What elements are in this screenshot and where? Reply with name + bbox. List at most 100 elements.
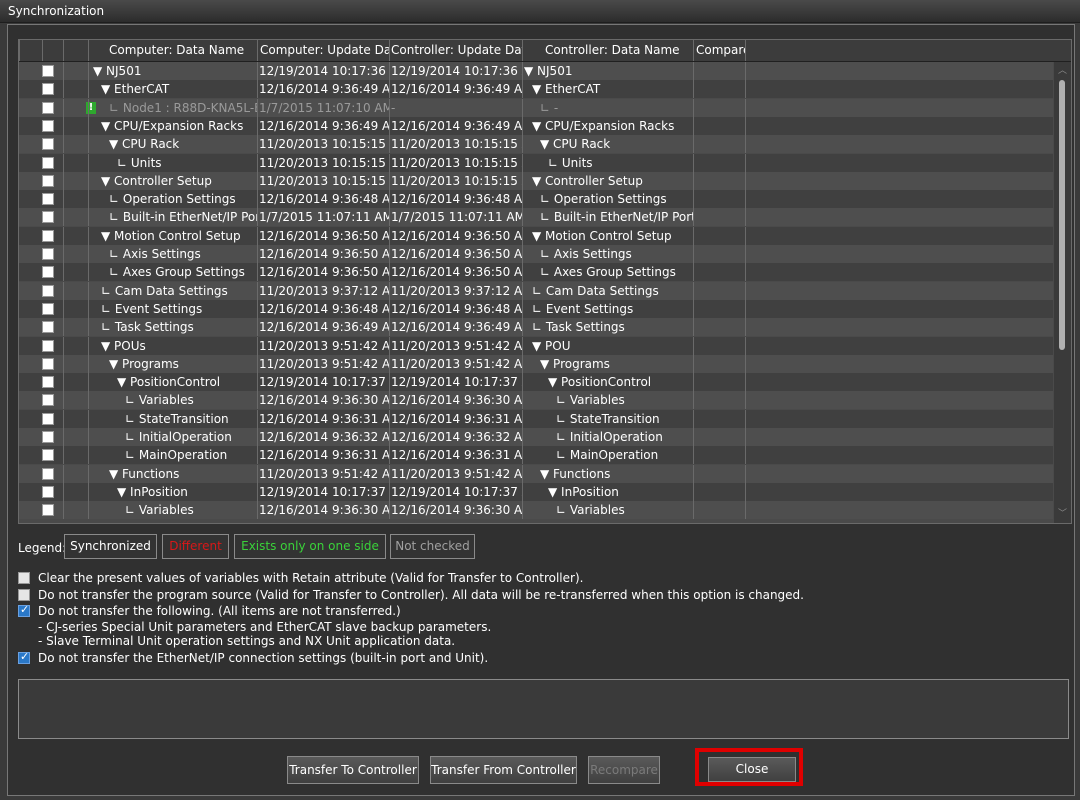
computer-update-date: 11/20/2013 9:37:12 AM	[259, 283, 389, 298]
computer-data-name: ▼ NJ501	[93, 64, 142, 78]
controller-data-name: ▼ CPU/Expansion Racks	[532, 118, 675, 133]
row-checkbox[interactable]	[42, 65, 54, 77]
column-divider	[88, 318, 89, 337]
table-row[interactable]: ∟ InitialOperation 12/16/2014 9:36:32 AM 1…	[19, 428, 1053, 446]
controller-data-name: ▼ PositionControl	[548, 375, 652, 390]
row-checkbox[interactable]	[42, 339, 54, 352]
row-checkbox[interactable]	[42, 302, 54, 315]
option-label: Clear the present values of variables wi…	[38, 571, 584, 585]
scroll-down-icon[interactable]: ﹀	[1057, 509, 1068, 519]
computer-update-date: 12/16/2014 9:36:48 AM	[259, 301, 389, 316]
window-title: Synchronization	[8, 4, 105, 18]
table-row[interactable]: ▼ POUs 11/20/2013 9:51:42 AM 11/20/2013 9:…	[19, 336, 1053, 355]
column-divider	[257, 80, 258, 99]
option-checkbox[interactable]	[18, 603, 30, 617]
table-row[interactable]: ∟ Axes Group Settings 12/16/2014 9:36:50 …	[19, 263, 1053, 282]
table-row[interactable]: ▼ Programs 11/20/2013 9:51:42 AM 11/20/201…	[19, 354, 1053, 373]
column-divider	[88, 428, 89, 446]
column-divider	[389, 409, 390, 428]
option-checkbox[interactable]	[18, 650, 30, 664]
legend-not-checked: Not checked	[390, 534, 475, 559]
table-row[interactable]: ▼ CPU/Expansion Racks 12/16/2014 9:36:49 …	[19, 116, 1053, 135]
table-row[interactable]: ! ∟ Node1 : R88D-KNA5L-E 1/7/2015 11:07:10…	[19, 98, 1053, 117]
column-divider	[389, 446, 390, 465]
row-checkbox[interactable]	[42, 138, 54, 151]
table-row[interactable]: ▼ InPosition 12/19/2014 10:17:37 AM12/19/…	[19, 482, 1053, 501]
row-checkbox[interactable]	[42, 485, 54, 498]
table-row[interactable]: ▼ Motion Control Setup 12/16/2014 9:36:50…	[19, 226, 1053, 245]
row-checkbox[interactable]	[42, 248, 54, 260]
row-checkbox[interactable]	[42, 449, 54, 462]
table-row[interactable]: ▼ EtherCAT 12/16/2014 9:36:49 AM 12/16/201…	[19, 80, 1053, 99]
transfer-to-controller-button[interactable]: Transfer To Controller	[287, 756, 419, 784]
table-row[interactable]: ▼ CPU Rack 11/20/2013 10:15:15 AM11/20/20…	[19, 135, 1053, 154]
column-divider	[522, 98, 523, 117]
column-divider	[693, 80, 694, 99]
row-checkbox[interactable]	[42, 467, 54, 480]
column-divider	[693, 501, 694, 520]
header-select-all[interactable]	[19, 40, 42, 61]
row-checkbox[interactable]	[42, 211, 54, 224]
row-checkbox[interactable]	[42, 266, 54, 279]
column-divider	[257, 190, 258, 209]
row-checkbox[interactable]	[42, 504, 54, 517]
recompare-button[interactable]: Recompare	[588, 756, 660, 784]
column-divider	[522, 336, 523, 355]
table-row[interactable]: ∟ Units 11/20/2013 10:15:15 AM11/20/2013 …	[19, 153, 1053, 172]
table-row[interactable]: ∟ Variables 12/16/2014 9:36:30 AM 12/16/20…	[19, 391, 1053, 410]
option-checkbox[interactable]	[18, 589, 30, 601]
row-checkbox[interactable]	[42, 174, 54, 187]
column-divider	[257, 354, 258, 373]
table-row[interactable]: ∟ StateTransition 12/16/2014 9:36:31 AM 12…	[19, 409, 1053, 428]
column-divider	[63, 464, 64, 483]
column-divider	[88, 446, 89, 465]
row-checkbox[interactable]	[42, 412, 54, 425]
table-row[interactable]: ∟ Event Settings 12/16/2014 9:36:48 AM 12/…	[19, 299, 1053, 318]
table-row[interactable]: ∟ Task Settings 12/16/2014 9:36:49 AM 12/1…	[19, 318, 1053, 337]
table-row[interactable]: ▼ Controller Setup 11/20/2013 10:15:15 AM…	[19, 171, 1053, 190]
column-divider	[63, 245, 64, 263]
row-checkbox[interactable]	[42, 156, 54, 169]
table-row[interactable]: ▼ Functions 11/20/2013 9:51:42 AM 11/20/20…	[19, 464, 1053, 483]
scroll-thumb[interactable]	[1059, 80, 1065, 350]
column-divider	[522, 373, 523, 392]
scroll-up-icon[interactable]: ︿	[1057, 66, 1068, 76]
controller-data-name: ▼ NJ501	[524, 64, 573, 78]
row-checkbox[interactable]	[42, 321, 54, 334]
row-checkbox[interactable]	[42, 376, 54, 389]
table-row[interactable]: ∟ Cam Data Settings 11/20/2013 9:37:12 AM…	[19, 281, 1053, 300]
row-checkbox[interactable]	[42, 83, 54, 96]
row-checkbox[interactable]	[42, 119, 54, 132]
header-controller-name[interactable]: Controller: Data Name	[522, 40, 693, 61]
row-checkbox[interactable]	[42, 357, 54, 370]
column-divider	[745, 501, 746, 520]
table-row[interactable]: ▼ NJ50112/19/2014 10:17:36 AM12/19/2014 …	[19, 62, 1053, 80]
header-controller-date[interactable]: Controller: Update Date	[389, 40, 522, 61]
table-row[interactable]: ∟ Built-in EtherNet/IP Port 1/7/2015 11:0…	[19, 208, 1053, 227]
table-row[interactable]: ∟ Operation Settings 12/16/2014 9:36:48 A…	[19, 190, 1053, 209]
column-divider	[88, 80, 89, 99]
row-checkbox[interactable]	[42, 431, 54, 443]
computer-update-date: 12/19/2014 10:17:36 AM	[259, 64, 389, 78]
row-checkbox[interactable]	[42, 394, 54, 407]
row-checkbox[interactable]	[42, 284, 54, 297]
controller-update-date: 11/20/2013 10:15:15 AM	[391, 155, 522, 170]
table-row[interactable]: ∟ Axis Settings 12/16/2014 9:36:50 AM 12/1…	[19, 245, 1053, 263]
row-checkbox[interactable]	[42, 193, 54, 206]
computer-update-date: 11/20/2013 9:51:42 AM	[259, 466, 389, 481]
row-checkbox[interactable]	[42, 101, 54, 114]
header-computer-name[interactable]: Computer: Data Name	[88, 40, 257, 61]
column-divider	[522, 226, 523, 245]
table-row[interactable]: ∟ Variables 12/16/2014 9:36:30 AM 12/16/20…	[19, 501, 1053, 520]
column-divider	[389, 135, 390, 154]
table-row[interactable]: ∟ MainOperation 12/16/2014 9:36:31 AM 12/1…	[19, 446, 1053, 465]
column-divider	[389, 354, 390, 373]
header-computer-date[interactable]: Computer: Update Date	[257, 40, 389, 61]
transfer-from-controller-button[interactable]: Transfer From Controller	[430, 756, 577, 784]
header-compare[interactable]: Compare	[693, 40, 745, 61]
row-checkbox[interactable]	[42, 229, 54, 242]
option-checkbox[interactable]	[18, 572, 30, 584]
table-row[interactable]: ▼ PositionControl 12/19/2014 10:17:37 AM1…	[19, 373, 1053, 392]
vertical-scrollbar[interactable]: ︿ ﹀	[1054, 62, 1071, 523]
controller-data-name: ▼ EtherCAT	[532, 82, 601, 97]
